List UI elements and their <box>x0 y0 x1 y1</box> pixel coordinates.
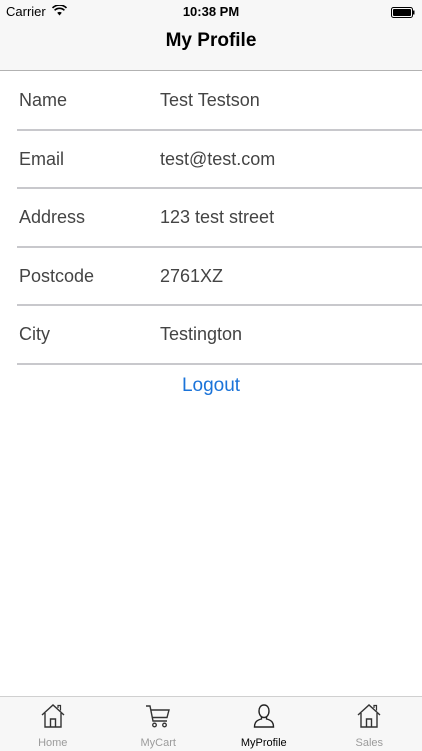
city-label: City <box>19 324 50 344</box>
city-value: Testington <box>160 324 243 344</box>
address-label: Address <box>19 207 86 227</box>
status-time: 10:38 PM <box>182 4 240 19</box>
tab-sales[interactable]: Sales <box>317 697 422 751</box>
email-label: Email <box>19 148 65 169</box>
name-value: Test Testson <box>160 90 260 110</box>
tab-myprofile[interactable]: MyProfile <box>211 697 317 751</box>
tab-mycart[interactable]: MyCart <box>106 697 212 751</box>
postcode-value: 2761XZ <box>160 265 224 286</box>
profile-row-name: Name Test Testson <box>0 72 422 131</box>
tab-home[interactable]: Home <box>0 697 106 751</box>
tab-mycart-label: MyCart <box>140 737 176 749</box>
profile-row-address: Address 123 test street <box>0 189 422 248</box>
profile-row-postcode: Postcode 2761XZ <box>0 248 422 307</box>
profile-screen: Carrier 10:38 PM My Profile Name Test Te… <box>0 0 422 751</box>
tab-home-label: Home <box>38 737 68 749</box>
page-title: My Profile <box>165 30 257 51</box>
status-bar: Carrier 10:38 PM <box>0 0 422 22</box>
tab-myprofile-label: MyProfile <box>240 737 287 749</box>
address-value: 123 test street <box>160 207 275 227</box>
battery-icon <box>391 6 415 18</box>
profile-row-email: Email test@test.com <box>0 131 422 190</box>
logout-button[interactable]: Logout <box>0 375 422 397</box>
tab-sales-label: Sales <box>355 737 384 749</box>
postcode-label: Postcode <box>19 265 95 286</box>
email-value: test@test.com <box>160 148 276 169</box>
name-label: Name <box>19 90 68 110</box>
navigation-bar: My Profile <box>0 22 422 71</box>
profile-row-city: City Testington <box>0 306 422 365</box>
tab-bar: Home MyCart MyProfile Sales <box>0 696 422 751</box>
profile-list: Name Test Testson Email test@test.com Ad… <box>0 72 422 365</box>
